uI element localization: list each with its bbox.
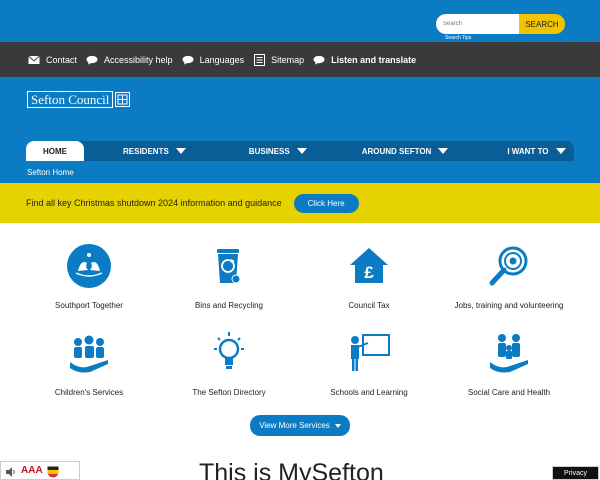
service-childrens-services[interactable]: Children's Services <box>19 330 159 403</box>
nav-home-label: HOME <box>43 147 67 156</box>
click-here-button[interactable]: Click Here <box>293 193 359 213</box>
privacy-label: Privacy <box>564 469 587 477</box>
search-input[interactable] <box>436 14 519 34</box>
nav-i-want-to-label: I WANT TO <box>507 146 549 156</box>
logo-text: Sefton Council <box>27 91 114 108</box>
privacy-button[interactable]: Privacy <box>552 466 599 480</box>
listen-translate-link[interactable]: Listen and translate <box>313 54 416 66</box>
service-label: Council Tax <box>348 301 390 310</box>
list-icon <box>253 53 265 66</box>
service-schools-learning[interactable]: Schools and Learning <box>299 330 439 403</box>
southport-together-icon <box>66 243 112 289</box>
nav-business-label: BUSINESS <box>248 146 290 156</box>
service-social-care[interactable]: Social Care and Health <box>439 330 579 403</box>
service-label: Bins and Recycling <box>194 301 264 310</box>
service-bins-recycling[interactable]: Bins and Recycling <box>159 243 299 316</box>
nav-business[interactable]: BUSINESS <box>249 141 307 161</box>
speech-bubble-icon <box>182 54 194 66</box>
text-size-button[interactable]: AAA <box>21 465 43 476</box>
sitemap-label: Sitemap <box>271 54 305 65</box>
svg-text:£: £ <box>364 263 374 282</box>
house-pound-icon: £ <box>346 243 392 289</box>
service-label: Southport Together <box>55 301 123 310</box>
service-label: Children's Services <box>54 388 124 397</box>
accessibility-help-label: Accessibility help <box>104 54 173 65</box>
translate-flags-icon[interactable] <box>47 465 59 477</box>
alert-text: Find all key Christmas shutdown 2024 inf… <box>26 198 282 208</box>
page-heading: This is MySefton <box>199 459 384 480</box>
speech-bubble-icon <box>86 54 98 66</box>
nav-residents-label: RESIDENTS <box>123 146 169 156</box>
service-sefton-directory[interactable]: The Sefton Directory <box>159 330 299 403</box>
speech-bubble-icon <box>313 54 325 66</box>
nav-home[interactable]: HOME <box>26 141 84 162</box>
nav-residents[interactable]: RESIDENTS <box>123 141 186 161</box>
caret-down-icon <box>175 148 186 154</box>
languages-link[interactable]: Languages <box>182 54 245 66</box>
service-council-tax[interactable]: £ Council Tax <box>299 243 439 316</box>
nav-around-sefton-label: AROUND SEFTON <box>361 146 432 156</box>
main-nav: HOME RESIDENTS BUSINESS AROUND SEFTON I … <box>26 141 574 162</box>
lightbulb-icon <box>206 330 252 376</box>
search-button[interactable]: SEARCH <box>519 14 565 34</box>
speaker-icon[interactable] <box>5 465 17 477</box>
search-form: SEARCH <box>436 14 565 34</box>
service-label: Social Care and Health <box>467 388 551 397</box>
caret-down-icon <box>555 148 566 154</box>
family-care-icon <box>486 330 532 376</box>
view-more-services-label: View More Services <box>259 421 330 430</box>
service-label: Schools and Learning <box>330 388 408 397</box>
nav-around-sefton[interactable]: AROUND SEFTON <box>362 141 449 161</box>
crest-icon <box>115 92 131 107</box>
service-label: Jobs, training and volunteering <box>454 301 564 310</box>
view-more-services-button[interactable]: View More Services <box>250 415 350 436</box>
accessibility-toolbar: AAA <box>0 461 80 480</box>
caret-down-icon <box>296 148 307 154</box>
sitemap-link[interactable]: Sitemap <box>253 53 305 66</box>
recycling-bin-icon <box>206 243 252 289</box>
teacher-board-icon <box>346 330 392 376</box>
people-hand-icon <box>66 330 112 376</box>
service-southport-together[interactable]: Southport Together <box>19 243 159 316</box>
envelope-icon <box>28 54 40 66</box>
listen-translate-label: Listen and translate <box>331 54 417 65</box>
contact-label: Contact <box>46 54 78 65</box>
utility-bar: Contact Accessibility help Languages Sit… <box>0 42 600 77</box>
sefton-council-logo[interactable]: Sefton Council <box>27 91 131 108</box>
service-jobs-training[interactable]: Jobs, training and volunteering <box>439 243 579 316</box>
magnifier-icon <box>486 243 532 289</box>
breadcrumb-home[interactable]: Sefton Home <box>27 168 74 177</box>
services-grid: Southport Together Bins and Recycling £ … <box>19 243 581 403</box>
alert-banner: Find all key Christmas shutdown 2024 inf… <box>0 183 600 223</box>
service-label: The Sefton Directory <box>192 388 266 397</box>
accessibility-help-link[interactable]: Accessibility help <box>86 54 173 66</box>
caret-down-icon <box>334 423 341 428</box>
contact-link[interactable]: Contact <box>28 54 77 66</box>
caret-down-icon <box>438 148 449 154</box>
breadcrumb-bar: Sefton Home <box>0 161 600 183</box>
nav-i-want-to[interactable]: I WANT TO <box>507 141 566 161</box>
languages-label: Languages <box>199 54 245 65</box>
search-tips-link[interactable]: Search Tips <box>445 35 471 41</box>
